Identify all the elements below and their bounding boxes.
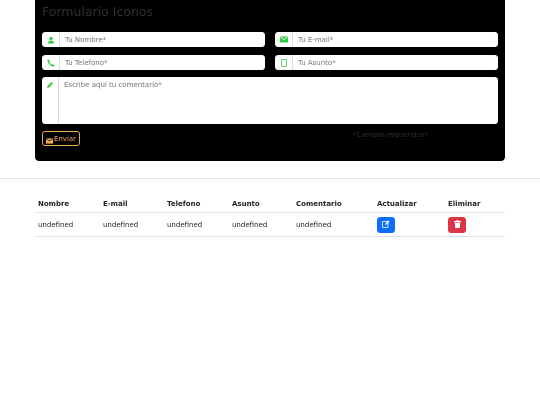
pencil-icon [42, 77, 59, 124]
column-header-telefono: Telefono [164, 196, 229, 213]
column-header-eliminar: Eliminar [445, 196, 505, 213]
comment-textarea[interactable]: Escribe aquí tu comentario* [42, 77, 498, 124]
envelope-icon [45, 129, 53, 148]
cell-nombre: undefined [35, 212, 100, 237]
name-field[interactable]: Tu Nombre* [42, 32, 265, 47]
update-button[interactable] [377, 216, 395, 233]
submit-button[interactable]: Enviar [42, 131, 80, 146]
form-title: Formulario Iconos [42, 4, 154, 19]
contact-form-card: Formulario Iconos Tu Nombre* Tu E-mail* … [35, 0, 505, 161]
cell-actualizar [374, 212, 445, 237]
envelope-icon [275, 32, 293, 47]
table-header-row: Nombre E-mail Telefono Asunto Comentario… [35, 196, 505, 213]
required-fields-note: *Campos requeridos* [353, 131, 429, 139]
user-icon [42, 32, 60, 47]
cell-comentario: undefined [293, 212, 374, 237]
column-header-nombre: Nombre [35, 196, 100, 213]
document-icon [275, 55, 293, 70]
comment-placeholder: Escribe aquí tu comentario* [64, 81, 162, 89]
email-field[interactable]: Tu E-mail* [275, 32, 498, 47]
section-divider [0, 178, 540, 179]
phone-placeholder: Tu Telefono* [65, 58, 108, 67]
column-header-email: E-mail [100, 196, 164, 213]
cell-email: undefined [100, 212, 164, 237]
delete-button[interactable] [448, 216, 466, 233]
phone-icon [42, 55, 60, 70]
subject-field[interactable]: Tu Asunto* [275, 55, 498, 70]
cell-eliminar [445, 212, 505, 237]
edit-icon [382, 220, 390, 230]
subject-placeholder: Tu Asunto* [298, 58, 336, 67]
name-placeholder: Tu Nombre* [65, 35, 107, 44]
trash-icon [453, 219, 461, 230]
table-row: undefined undefined undefined undefined … [35, 212, 505, 237]
cell-telefono: undefined [164, 212, 229, 237]
contacts-table: Nombre E-mail Telefono Asunto Comentario… [35, 196, 505, 237]
column-header-comentario: Comentario [293, 196, 374, 213]
cell-asunto: undefined [229, 212, 293, 237]
column-header-actualizar: Actualizar [374, 196, 445, 213]
email-placeholder: Tu E-mail* [298, 35, 334, 44]
submit-label: Enviar [53, 134, 77, 143]
phone-field[interactable]: Tu Telefono* [42, 55, 265, 70]
column-header-asunto: Asunto [229, 196, 293, 213]
